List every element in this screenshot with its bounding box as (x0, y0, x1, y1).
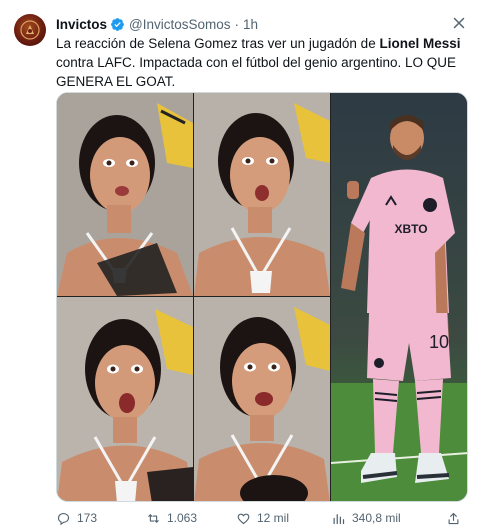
like-button[interactable]: 12 mil (236, 511, 289, 526)
reaction-image-3[interactable] (57, 297, 193, 501)
views-button[interactable]: 340,8 mil (331, 511, 401, 526)
tweet-actions: 173 1.063 12 mil 340,8 mil (56, 508, 476, 528)
timestamp[interactable]: 1h (243, 17, 258, 32)
tweet-text-part1: La reacción de Selena Gomez tras ver un … (56, 36, 380, 51)
retweet-icon (148, 513, 159, 523)
views-count: 340,8 mil (352, 511, 401, 525)
heart-icon (237, 513, 250, 524)
tweet-text: La reacción de Selena Gomez tras ver un … (56, 34, 476, 91)
jersey-sponsor: XBTO (394, 222, 427, 236)
player-image[interactable]: XBTO 10 (331, 93, 467, 501)
reply-count: 173 (77, 511, 98, 525)
jersey-number: 10 (429, 332, 449, 352)
separator-dot: · (234, 16, 240, 32)
analytics-icon (333, 513, 345, 524)
share-button[interactable] (446, 511, 467, 526)
reaction-image-1[interactable] (57, 93, 193, 296)
reply-button[interactable]: 173 (56, 511, 97, 526)
logo-icon (20, 20, 40, 40)
tweet-media[interactable]: XBTO 10 (56, 92, 468, 502)
verified-badge-icon (110, 17, 125, 32)
author-handle[interactable]: @InvictosSomos (129, 17, 231, 32)
author-name[interactable]: Invictos (56, 17, 107, 32)
tweet-header: Invictos @InvictosSomos · 1h (56, 14, 258, 34)
share-icon (448, 512, 459, 524)
retweet-button[interactable]: 1.063 (146, 511, 197, 526)
reply-icon (57, 512, 70, 525)
reaction-image-2[interactable] (194, 93, 330, 296)
tweet-text-mention: Lionel Messi (379, 36, 461, 51)
avatar[interactable] (14, 14, 46, 46)
like-count: 12 mil (257, 511, 290, 525)
close-icon (453, 17, 465, 29)
tweet-text-part2: contra LAFC. Impactada con el fútbol del… (56, 55, 456, 89)
retweet-count: 1.063 (167, 511, 198, 525)
reaction-image-4[interactable] (194, 297, 330, 501)
tweet-card[interactable]: Invictos @InvictosSomos · 1h La reacción… (0, 0, 500, 529)
more-options-button[interactable] (448, 13, 470, 33)
